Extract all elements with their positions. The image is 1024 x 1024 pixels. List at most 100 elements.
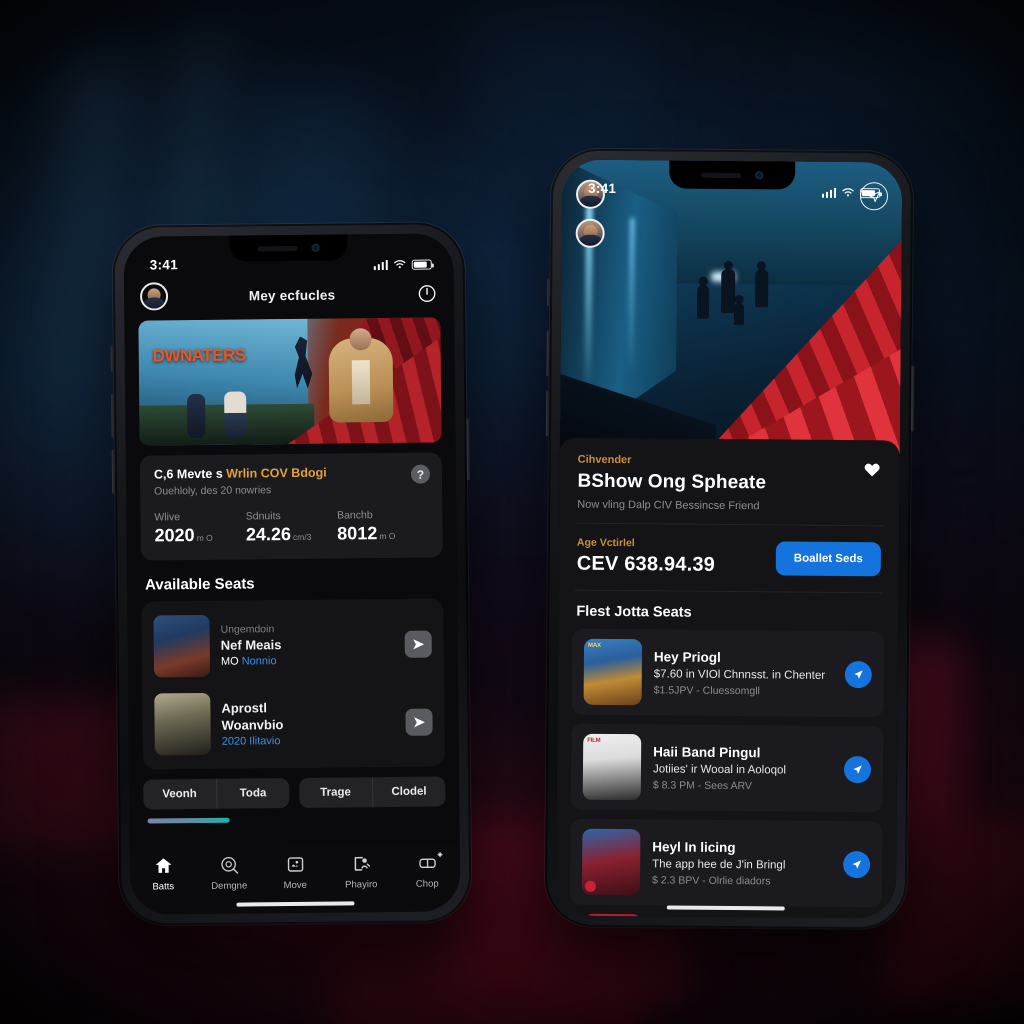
list-item[interactable]: MAX Hey Priogl $7.60 in VIOl Chnnsst. in… <box>571 628 885 718</box>
stat-value: 8012 m O <box>337 523 429 545</box>
featured-movie-banner[interactable]: DWNATERS <box>138 317 442 446</box>
search-icon <box>220 857 238 874</box>
segment-button[interactable]: Veonh <box>143 779 216 810</box>
list-item[interactable]: Aprostl Woanvbio 2020 Ilitavio ➤ <box>142 682 445 763</box>
list-item-text: Ungemdoin Nef Meais MO Nonnio <box>221 622 394 668</box>
segment-button[interactable]: Trage <box>299 777 372 808</box>
list-item[interactable]: FILM Haii Band Pingul Jotiies' ir Wooal … <box>570 723 884 813</box>
tab-movies[interactable]: Move <box>262 854 328 892</box>
tab-label: Move <box>283 879 307 892</box>
tab-profile-card[interactable]: Phayiro <box>328 853 394 891</box>
send-icon[interactable] <box>843 850 871 878</box>
front-camera-icon <box>311 243 320 252</box>
volume-down-button[interactable] <box>545 390 550 437</box>
segment-button[interactable]: Clodel <box>371 776 446 808</box>
front-camera-icon <box>755 171 764 180</box>
home-icon <box>155 858 171 873</box>
list-item-meta: $ 2.3 BPV - Olrlie diadors <box>651 873 771 887</box>
mute-switch[interactable] <box>110 345 114 372</box>
info-card-title: C,6 Mevte s Wrlin COV Bdogi <box>154 465 428 482</box>
book-seats-button[interactable]: Boallet Seds <box>775 540 881 576</box>
attendee-avatar-2[interactable] <box>575 218 605 248</box>
list-item-meta-plain: MO <box>220 655 242 668</box>
left-phone-device: 3:41 Mey ecfucles DWNATERS ? C,6 Mevte s… <box>110 222 472 926</box>
heart-icon[interactable] <box>863 460 882 479</box>
stat-label: Wlive <box>154 511 181 524</box>
status-indicators <box>821 187 881 199</box>
avatar-body <box>576 234 605 248</box>
status-indicators <box>373 259 432 271</box>
banner-logo-text: DWNATERS <box>152 345 246 366</box>
cellular-bars-icon <box>373 259 388 270</box>
avatar-body <box>141 297 168 311</box>
tab-label: Batts <box>152 881 175 893</box>
notch <box>669 160 796 190</box>
earpiece-speaker <box>257 245 298 251</box>
price-block: Age Vctirlel CEV 638.94.39 <box>577 537 716 577</box>
notification-dot: ◈ <box>437 851 443 859</box>
tab-home[interactable]: Batts <box>130 855 196 893</box>
question-mark-icon[interactable]: ? <box>410 464 431 484</box>
stat-unit: m O <box>379 530 396 542</box>
user-avatar[interactable] <box>139 282 169 311</box>
list-item-meta-link[interactable]: 2020 Ilitavio <box>222 733 395 748</box>
volume-down-button[interactable] <box>111 449 116 494</box>
detail-sheet: Cihvender BShow Ong Spheate Now vling Da… <box>555 437 900 919</box>
battery-icon <box>859 187 881 198</box>
list-item-title: Haii Band Pingul <box>653 743 761 760</box>
list-item-meta: $1.5JPV - Cluessomgll <box>653 683 760 697</box>
power-icon[interactable] <box>416 282 438 304</box>
list-item-meta-link[interactable]: Nonnio <box>242 655 277 667</box>
right-phone-device: 3:41 Cihvender BShow Ong Spheate Now vli… <box>544 148 915 930</box>
info-card-title-plain: C,6 Mevte s <box>153 466 227 482</box>
tab-shop[interactable]: ◈ Chop <box>394 851 460 890</box>
tab-search[interactable]: Demgne <box>196 854 262 892</box>
price-value: CEV 638.94.39 <box>576 552 716 576</box>
hero-silhouette <box>754 269 769 308</box>
list-item-title: Nef Meais <box>220 637 282 653</box>
stat-value: 2020 m O <box>154 524 246 546</box>
volume-up-button[interactable] <box>546 330 550 377</box>
info-card-subtitle: Ouehloly, des 20 nowries <box>154 484 272 498</box>
power-side-button[interactable] <box>466 418 471 481</box>
list-item-partial[interactable] <box>569 913 881 919</box>
power-side-button[interactable] <box>910 365 915 432</box>
detail-title: BShow Ong Spheate <box>577 470 767 494</box>
profile-card-icon <box>354 856 370 871</box>
poster-title-tag: FILM <box>587 737 601 744</box>
seat-list: Ungemdoin Nef Meais MO Nonnio ➤ Aprostl … <box>141 598 446 770</box>
tab-label: Demgne <box>211 880 248 892</box>
list-item-title: Heyl In licing <box>652 838 736 855</box>
chevron-right-icon[interactable]: ➤ <box>404 630 432 658</box>
showtime-list: MAX Hey Priogl $7.60 in VIOl Chnnsst. in… <box>556 628 898 919</box>
list-item-text: Hey Priogl $7.60 in VIOl Chnnsst. in Che… <box>654 649 833 698</box>
detail-kicker: Cihvender <box>577 453 632 467</box>
poster-badge <box>584 880 597 892</box>
left-phone-screen: 3:41 Mey ecfucles DWNATERS ? C,6 Mevte s… <box>123 233 461 915</box>
right-phone-screen: 3:41 Cihvender BShow Ong Spheate Now vli… <box>555 159 903 919</box>
list-item-overline: Aprostl <box>221 699 267 716</box>
volume-up-button[interactable] <box>111 393 115 438</box>
stat-item: Banchb 8012 m O <box>337 509 429 545</box>
list-item[interactable]: Heyl In licing The app hee de J'in Bring… <box>569 818 883 908</box>
list-item-meta: MO Nonnio <box>221 654 394 668</box>
mute-switch[interactable] <box>547 278 551 307</box>
hero-silhouette <box>734 302 745 325</box>
banner-person <box>223 390 247 438</box>
wifi-icon <box>394 260 406 269</box>
list-item[interactable]: Ungemdoin Nef Meais MO Nonnio ➤ <box>141 604 444 685</box>
tab-label: Phayiro <box>345 879 378 891</box>
list-item-text: Heyl In licing The app hee de J'in Bring… <box>652 839 831 888</box>
ticket-icon <box>287 857 303 872</box>
send-icon[interactable] <box>844 660 872 688</box>
detail-subtitle: Now vling Dalp CIV Bessincse Friend <box>577 498 760 513</box>
movie-poster <box>581 828 641 896</box>
progress-bar <box>147 817 230 824</box>
list-item-meta: $ 8.3 PM - Sees ARV <box>652 778 752 792</box>
send-icon[interactable] <box>843 755 872 783</box>
status-time: 3:41 <box>587 180 617 197</box>
chevron-right-icon[interactable]: ➤ <box>405 708 433 736</box>
segment-button[interactable]: Toda <box>215 778 290 809</box>
tab-label: Chop <box>415 878 439 890</box>
segmented-control-right: Trage Clodel <box>299 776 446 808</box>
